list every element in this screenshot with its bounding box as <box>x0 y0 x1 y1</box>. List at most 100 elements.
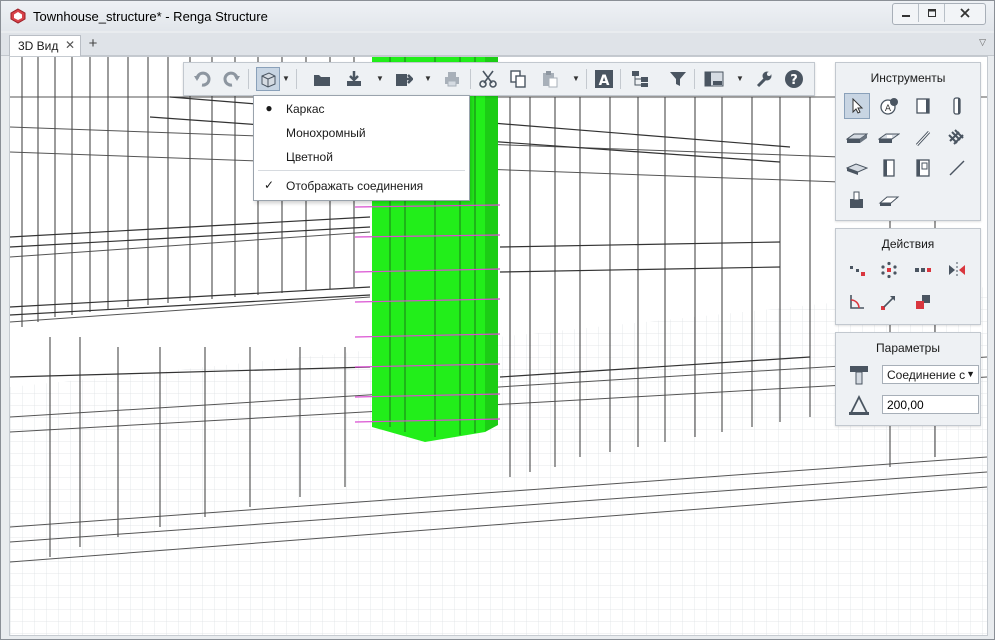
slab-tool-button[interactable] <box>844 125 870 151</box>
import-dropdown-arrow[interactable]: ▼ <box>376 73 384 85</box>
tab-close-icon[interactable]: ✕ <box>65 38 75 52</box>
foundation-icon <box>846 163 868 175</box>
column-tool-button[interactable] <box>910 93 936 119</box>
tab-list-menu-icon[interactable]: ▽ <box>979 37 986 48</box>
rebar-tool-button[interactable] <box>910 125 936 151</box>
hierarchy-icon <box>632 71 648 87</box>
rebar-mesh-icon <box>948 129 964 145</box>
svg-text:?: ? <box>790 73 798 88</box>
open-icon <box>314 75 330 86</box>
size-input[interactable] <box>882 395 979 414</box>
close-button[interactable] <box>945 4 985 22</box>
window-controls <box>892 3 986 25</box>
scale-action-button[interactable] <box>876 289 902 315</box>
print-icon <box>445 72 459 87</box>
toolbar-separator <box>470 69 471 89</box>
views-button[interactable] <box>702 67 726 91</box>
mirror-action-button[interactable] <box>944 257 970 283</box>
renga-app-icon <box>10 8 26 24</box>
view-style-button[interactable] <box>256 67 280 91</box>
views-dropdown-arrow[interactable]: ▼ <box>736 73 744 85</box>
rotate-points-action-button[interactable] <box>876 257 902 283</box>
help-icon: ? <box>785 70 803 88</box>
ramp-icon <box>878 196 900 206</box>
axis-tool-button[interactable]: A <box>876 93 902 119</box>
close-icon <box>960 8 970 18</box>
opening-icon <box>878 133 900 143</box>
title-bar[interactable]: Townhouse_structure* - Renga Structure <box>1 1 994 31</box>
export-button[interactable] <box>392 67 416 91</box>
array-action-button[interactable] <box>910 257 936 283</box>
open-button[interactable] <box>310 67 334 91</box>
paste-dropdown-arrow[interactable]: ▼ <box>572 73 580 85</box>
hierarchy-button[interactable] <box>628 67 652 91</box>
menu-item-label: Цветной <box>286 150 333 164</box>
beam-icon <box>953 97 961 115</box>
select-tool-button[interactable] <box>844 93 870 119</box>
line-tool-button[interactable] <box>944 155 970 181</box>
redo-icon <box>223 71 240 87</box>
redo-button[interactable] <box>220 67 244 91</box>
toolbar-separator <box>586 69 587 89</box>
toolbar-separator <box>248 69 249 89</box>
menu-separator <box>258 170 465 171</box>
opening-tool-button[interactable] <box>876 125 902 151</box>
svg-text:A: A <box>599 73 610 89</box>
connection-type-value: Соединение с <box>887 368 966 382</box>
slab-icon <box>846 133 868 143</box>
foundation-tool-button[interactable] <box>844 155 870 181</box>
dimension-icon <box>849 394 869 415</box>
angle-action-button[interactable] <box>844 289 870 315</box>
stair-tool-button[interactable] <box>844 187 870 213</box>
toolbar-separator <box>694 69 695 89</box>
rebar-mesh-tool-button[interactable] <box>944 125 970 151</box>
parameters-panel: Параметры Соединение с ▼ <box>835 332 981 426</box>
menu-item-colored[interactable]: Цветной <box>254 146 469 168</box>
paste-button[interactable] <box>538 67 562 91</box>
beam-tool-button[interactable] <box>944 93 970 119</box>
add-tab-button[interactable]: + <box>85 35 101 53</box>
menu-item-monochrome[interactable]: Монохромный <box>254 122 469 144</box>
rotate-points-icon <box>881 261 897 279</box>
import-button[interactable] <box>342 67 366 91</box>
wall-tool-button[interactable] <box>876 155 902 181</box>
print-button[interactable] <box>440 67 464 91</box>
window-tool-button[interactable] <box>910 155 936 181</box>
restore-icon <box>927 9 936 17</box>
menu-item-wireframe[interactable]: ● Каркас <box>254 98 469 120</box>
array-icon <box>915 268 931 272</box>
scale-icon <box>881 296 895 310</box>
copy-button[interactable] <box>506 67 530 91</box>
cut-button[interactable] <box>476 67 500 91</box>
export-icon <box>396 74 413 86</box>
undo-button[interactable] <box>190 67 214 91</box>
settings-button[interactable] <box>752 67 776 91</box>
connection-type-icon <box>850 366 868 385</box>
toolbar-separator <box>296 69 297 89</box>
menu-item-label: Отображать соединения <box>286 179 424 193</box>
settings-icon <box>756 71 772 88</box>
actions-panel: Действия <box>835 228 981 325</box>
wall-icon <box>883 159 895 177</box>
tab-3d-view[interactable]: 3D Вид ✕ <box>9 35 81 56</box>
join-action-button[interactable] <box>910 289 936 315</box>
export-dropdown-arrow[interactable]: ▼ <box>424 73 432 85</box>
import-icon <box>347 71 361 86</box>
view-toolbar: ▼ ▼ ▼ ▼ A ▼ ? <box>183 62 815 96</box>
window-icon <box>916 159 930 177</box>
ramp-tool-button[interactable] <box>876 187 902 213</box>
connection-type-select[interactable]: Соединение с ▼ <box>882 365 979 384</box>
view-style-dropdown-arrow[interactable]: ▼ <box>282 73 290 85</box>
restore-button[interactable] <box>919 4 945 22</box>
move-action-button[interactable] <box>844 257 870 283</box>
menu-item-show-connections[interactable]: ✓ Отображать соединения <box>254 175 469 197</box>
filter-button[interactable] <box>666 67 690 91</box>
column-side-face <box>485 57 498 432</box>
minimize-button[interactable] <box>893 4 919 22</box>
select-icon <box>852 98 864 114</box>
view-style-icon <box>261 72 276 88</box>
views-icon <box>704 71 724 87</box>
rebar-icon <box>915 130 931 147</box>
help-button[interactable]: ? <box>782 67 806 91</box>
text-style-button[interactable]: A <box>592 67 616 91</box>
